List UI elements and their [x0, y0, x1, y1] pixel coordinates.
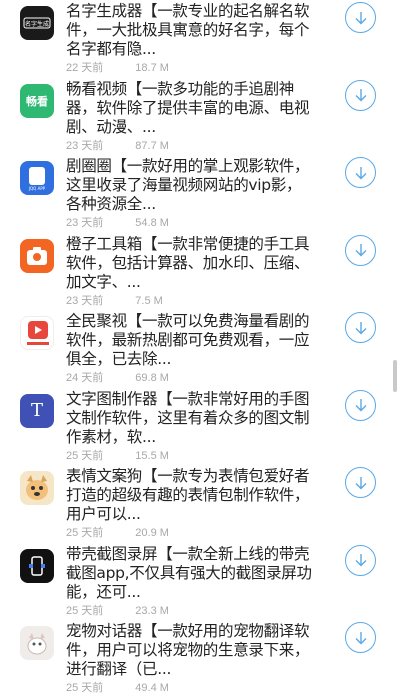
app-date: 25 天前: [66, 527, 104, 539]
download-button[interactable]: [345, 622, 376, 653]
download-button[interactable]: [345, 2, 376, 33]
icon-label: T: [30, 400, 43, 421]
app-size: 49.4 M: [135, 682, 169, 694]
app-date: 25 天前: [66, 682, 104, 694]
list-item[interactable]: 带壳截图录屏【一款全新上线的带壳截图app,不仅具有强大的截图录屏功能，还可..…: [0, 543, 400, 621]
download-button[interactable]: [345, 389, 376, 421]
app-date: 25 天前: [66, 604, 104, 617]
app-meta: 25 天前 15.5 M: [66, 447, 169, 463]
text-image-maker-app-icon[interactable]: T: [20, 393, 54, 428]
app-date: 24 天前: [66, 372, 104, 384]
list-item[interactable]: 名字生成 名字生成器【一款专业的起名解名软件，一大批极具寓意的好名字，每个名字都…: [0, 0, 400, 78]
download-icon: [355, 476, 366, 489]
download-button[interactable]: [345, 544, 376, 576]
download-icon: [355, 631, 366, 644]
app-date: 23 天前: [66, 217, 104, 229]
list-item[interactable]: 表情文案狗【一款专为表情包爱好者打造的超级有趣的表情包制作软件，用户可以... …: [0, 465, 400, 543]
app-meta: 22 天前 18.7 M: [66, 59, 169, 75]
download-button[interactable]: [345, 312, 376, 343]
app-meta: 23 天前 87.7 M: [66, 137, 169, 153]
app-title[interactable]: 文字图制作器【一款非常好用的手图文制作软件，这里有着众多的图文制作素材，软...: [66, 390, 316, 447]
orange-toolbox-app-icon[interactable]: [20, 238, 54, 273]
meme-dog-app-icon[interactable]: [20, 471, 54, 505]
download-button[interactable]: [345, 234, 376, 266]
app-title[interactable]: 名字生成器【一款专业的起名解名软件，一大批极具寓意的好名字，每个名字都有隐...: [66, 2, 316, 59]
app-date: 23 天前: [66, 294, 104, 307]
app-title[interactable]: 剧圈圈【一款好用的掌上观影软件，这里收录了海量视频网站的vip影，各种资源全..…: [66, 157, 316, 214]
changkan-video-app-icon[interactable]: 畅看: [20, 83, 54, 118]
app-title[interactable]: 畅看视频【一款多功能的手追剧神器，软件除了提供丰富的电源、电视剧、动漫、...: [66, 80, 316, 137]
app-list: 名字生成 名字生成器【一款专业的起名解名软件，一大批极具寓意的好名字，每个名字都…: [0, 0, 400, 698]
app-title[interactable]: 表情文案狗【一款专为表情包爱好者打造的超级有趣的表情包制作软件，用户可以...: [66, 467, 316, 524]
quanmin-video-app-icon[interactable]: [20, 316, 54, 350]
app-title[interactable]: 全民聚视【一款可以免费海量看剧的软件，最新热剧都可免费观看，一应俱全，已去除..…: [66, 312, 316, 369]
app-size: 87.7 M: [135, 139, 169, 152]
scrollbar[interactable]: [393, 360, 397, 392]
list-item[interactable]: 全民聚视【一款可以免费海量看剧的软件，最新热剧都可免费观看，一应俱全，已去除..…: [0, 310, 400, 388]
app-date: 23 天前: [66, 139, 104, 152]
list-item[interactable]: 橙子工具箱【一款非常便捷的手工具软件，包括计算器、加水印、压缩、加文字、... …: [0, 233, 400, 311]
download-button[interactable]: [345, 157, 376, 188]
app-date: 22 天前: [66, 62, 104, 74]
app-meta: 23 天前 7.5 M: [66, 292, 163, 308]
download-icon: [355, 399, 366, 412]
app-meta: 24 天前 69.8 M: [66, 369, 169, 385]
download-button[interactable]: [345, 79, 376, 111]
app-meta: 25 天前 23.3 M: [66, 602, 169, 618]
name-generator-app-icon[interactable]: 名字生成: [20, 6, 54, 40]
svg-text:名字生成: 名字生成: [25, 20, 49, 28]
download-button[interactable]: [345, 467, 376, 498]
app-date: 25 天前: [66, 449, 104, 462]
app-title[interactable]: 橙子工具箱【一款非常便捷的手工具软件，包括计算器、加水印、压缩、加文字、...: [66, 235, 316, 292]
app-size: 54.8 M: [135, 217, 169, 229]
app-meta: 25 天前 20.9 M: [66, 524, 169, 540]
list-item[interactable]: T 文字图制作器【一款非常好用的手图文制作软件，这里有着众多的图文制作素材，软.…: [0, 388, 400, 466]
app-size: 20.9 M: [135, 527, 169, 539]
list-item[interactable]: 畅看 畅看视频【一款多功能的手追剧神器，软件除了提供丰富的电源、电视剧、动漫、.…: [0, 78, 400, 156]
download-icon: [355, 244, 366, 257]
app-title[interactable]: 宠物对话器【一款好用的宠物翻译软件，用户可以将宠物的生意录下来，进行翻译（已..…: [66, 622, 316, 679]
download-icon: [355, 166, 366, 179]
list-item[interactable]: JQQ APP 剧圈圈【一款好用的掌上观影软件，这里收录了海量视频网站的vip影…: [0, 155, 400, 233]
app-size: 15.5 M: [135, 449, 169, 462]
icon-label: 畅看: [26, 94, 48, 108]
app-size: 23.3 M: [135, 604, 169, 617]
pet-translator-app-icon[interactable]: [20, 626, 54, 660]
download-icon: [355, 11, 366, 24]
shell-screenshot-app-icon[interactable]: [20, 548, 54, 583]
app-title[interactable]: 带壳截图录屏【一款全新上线的带壳截图app,不仅具有强大的截图录屏功能，还可..…: [66, 545, 316, 602]
juquanquan-app-icon[interactable]: JQQ APP: [20, 161, 54, 195]
app-size: 18.7 M: [135, 62, 169, 74]
svg-text:JQQ APP: JQQ APP: [28, 186, 46, 191]
download-icon: [355, 554, 366, 567]
app-meta: 25 天前 49.4 M: [66, 679, 169, 695]
list-item[interactable]: 宠物对话器【一款好用的宠物翻译软件，用户可以将宠物的生意录下来，进行翻译（已..…: [0, 620, 400, 698]
app-meta: 23 天前 54.8 M: [66, 214, 169, 230]
download-icon: [355, 321, 366, 334]
download-icon: [355, 89, 366, 102]
app-size: 7.5 M: [135, 294, 163, 307]
app-size: 69.8 M: [135, 372, 169, 384]
